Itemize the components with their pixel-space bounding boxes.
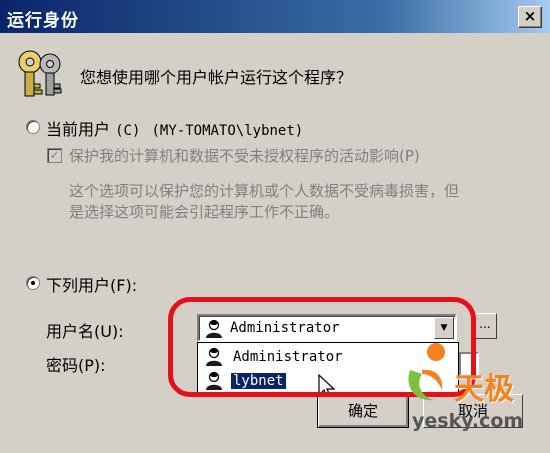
username-label: 用户名(U):: [46, 322, 124, 341]
following-user-radio[interactable]: [26, 276, 40, 290]
title-bar[interactable]: 运行身份 ×: [0, 0, 550, 33]
keys-icon: [18, 50, 62, 97]
following-user-label[interactable]: 下列用户(F):: [46, 272, 137, 296]
protect-checkbox-label: 保护我的计算机和数据不受未授权程序的活动影响(P): [69, 147, 420, 165]
current-user-accesskey: (C): [115, 123, 141, 139]
current-user-label[interactable]: 当前用户 (C) (MY-TOMATO\lybnet): [46, 116, 303, 140]
yesky-logo-icon: [408, 343, 445, 401]
protect-checkbox[interactable]: ✓: [47, 148, 62, 163]
current-user-account: (MY-TOMATO\lybnet): [151, 123, 304, 139]
watermark-brand: 天极: [454, 372, 514, 407]
close-icon: ×: [523, 7, 537, 25]
yesky-watermark: 天极 yesky.com: [400, 340, 546, 440]
prompt-text: 您想使用哪个用户帐户运行这个程序？: [80, 68, 353, 87]
ok-button[interactable]: 确定: [317, 394, 409, 428]
current-user-text: 当前用户: [46, 120, 111, 139]
close-button[interactable]: ×: [518, 6, 542, 28]
browse-button[interactable]: ...: [473, 313, 497, 339]
description-line-1: 这个选项可以保护您的计算机或个人数据不受病毒损害，但: [69, 182, 460, 200]
password-label: 密码(P):: [46, 356, 106, 375]
watermark-domain: yesky.com: [412, 410, 524, 432]
window-title: 运行身份: [7, 11, 79, 31]
description-line-2: 是选择这项可能会引起程序工作不正确。: [69, 203, 340, 221]
current-user-radio[interactable]: [26, 120, 40, 134]
